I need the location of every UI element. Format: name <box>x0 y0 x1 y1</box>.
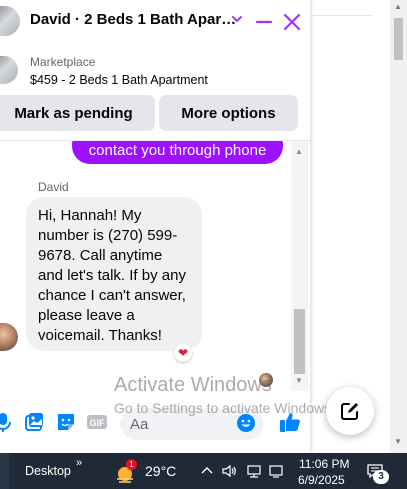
scroll-up-arrow-icon[interactable]: ▲ <box>394 2 402 11</box>
notification-count-badge: 3 <box>373 470 389 484</box>
clock-date[interactable]: 6/9/2025 <box>298 473 345 487</box>
scroll-down-arrow-icon[interactable]: ▼ <box>394 437 402 446</box>
mark-as-pending-button[interactable]: Mark as pending <box>0 95 155 131</box>
thread-scrollbar-thumb[interactable] <box>294 309 305 374</box>
weather-alert-badge: 1 <box>126 459 137 470</box>
sticker-icon[interactable] <box>55 411 77 433</box>
more-options-button[interactable]: More options <box>159 95 298 131</box>
chat-window: David · 2 Beds 1 Bath Apar… Marketplace … <box>0 0 310 453</box>
thumbs-up-icon[interactable] <box>278 410 302 434</box>
volume-icon[interactable] <box>221 463 237 479</box>
new-message-button[interactable] <box>326 387 374 435</box>
emoji-icon[interactable] <box>236 413 256 433</box>
chevron-down-icon[interactable] <box>230 12 244 26</box>
received-message-bubble[interactable]: Hi, Hannah! My number is (270) 599-9678.… <box>26 197 202 351</box>
gif-icon[interactable]: GIF <box>86 411 108 433</box>
temperature[interactable]: 29°C <box>145 463 176 479</box>
sent-message-bubble[interactable]: contact you through phone <box>72 141 283 164</box>
close-icon[interactable] <box>281 11 303 33</box>
pen-workspace-icon[interactable] <box>268 463 284 479</box>
background-divider <box>313 15 373 16</box>
heart-reaction-icon[interactable]: ❤ <box>174 344 192 362</box>
sender-name: David <box>38 180 69 194</box>
taskbar-edge <box>0 453 9 489</box>
toolbar-expand-icon[interactable]: » <box>76 457 82 469</box>
microphone-icon[interactable] <box>0 411 14 433</box>
svg-text:GIF: GIF <box>90 418 106 428</box>
listing-avatar[interactable] <box>0 6 20 36</box>
windows-taskbar: Desktop » 1 29°C 11:06 PM 6/9/2025 3 <box>0 453 407 489</box>
thread-scroll-up-icon[interactable]: ▲ <box>295 147 303 156</box>
seen-receipt-avatar <box>259 373 273 387</box>
thread-scroll-down-icon[interactable]: ▼ <box>295 376 303 385</box>
marketplace-listing-header[interactable]: Marketplace $459 - 2 Beds 1 Bath Apartme… <box>0 52 310 92</box>
thread-scrollbar[interactable]: ▲ ▼ <box>291 141 308 391</box>
listing-thumbnail[interactable] <box>0 56 18 84</box>
compose-icon <box>341 403 358 420</box>
sender-avatar[interactable] <box>0 323 18 351</box>
message-thread[interactable]: contact you through phone David Hi, Hann… <box>0 141 310 391</box>
message-composer: GIF <box>0 401 310 445</box>
desktop-toolbar-label[interactable]: Desktop <box>25 464 71 478</box>
minimize-icon[interactable] <box>253 11 275 33</box>
page-scrollbar-thumb[interactable] <box>394 18 403 60</box>
chat-header[interactable]: David · 2 Beds 1 Bath Apar… <box>0 0 310 44</box>
clock-time[interactable]: 11:06 PM <box>299 457 349 471</box>
show-hidden-icons-icon[interactable] <box>199 463 215 479</box>
marketplace-label: Marketplace <box>30 55 96 69</box>
photo-icon[interactable] <box>23 411 45 433</box>
listing-title[interactable]: $459 - 2 Beds 1 Bath Apartment <box>30 73 208 87</box>
page-scrollbar[interactable]: ▲ ▼ <box>390 0 407 453</box>
network-icon[interactable] <box>246 463 262 479</box>
chat-title[interactable]: David · 2 Beds 1 Bath Apar… <box>30 11 236 28</box>
